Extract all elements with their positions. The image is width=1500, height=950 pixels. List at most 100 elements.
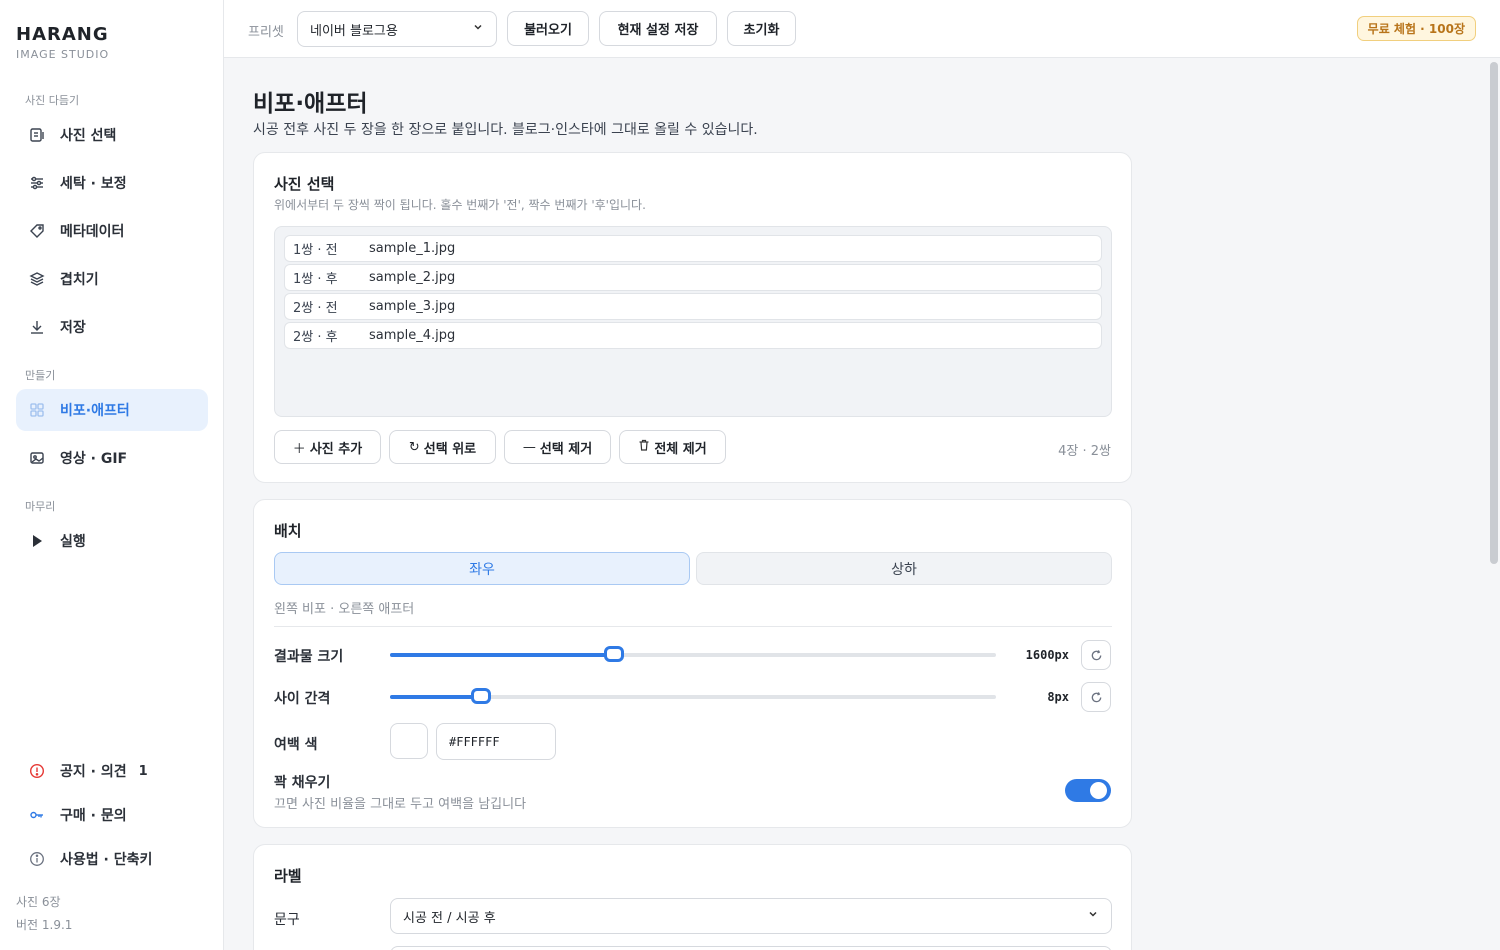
sidebar-item-notice[interactable]: 공지 · 의견 1 (16, 750, 208, 792)
layers-icon (28, 270, 46, 288)
image-icon (28, 449, 46, 467)
margin-color-input[interactable] (436, 723, 556, 760)
version-status: 버전 1.9.1 (16, 918, 73, 932)
sidebar-item-label: 저장 (60, 320, 86, 336)
output-size-slider[interactable] (390, 646, 996, 662)
refresh-icon (1091, 691, 1101, 702)
sidebar-item-label: 구매 · 문의 (60, 808, 127, 824)
rotate-icon: ↻ (408, 439, 420, 455)
section-label-edit: 사진 다듬기 (25, 94, 80, 107)
gap-slider[interactable] (390, 688, 996, 704)
label-text-label: 문구 (274, 912, 300, 928)
slider-fill (390, 653, 615, 657)
sidebar-item-before-after[interactable]: 비포·애프터 (16, 389, 208, 431)
list-item[interactable]: 2쌍 · 전 sample_3.jpg (284, 293, 1102, 320)
load-preset-button[interactable]: 불러오기 (507, 11, 589, 46)
file-name: sample_3.jpg (369, 299, 456, 314)
chevron-down-icon (472, 21, 484, 37)
sidebar-item-overlay[interactable]: 겹치기 (16, 258, 208, 300)
play-icon (28, 532, 46, 550)
slider-fill (390, 695, 481, 699)
sidebar-item-label: 메타데이터 (60, 224, 125, 240)
notice-count-badge: 1 (138, 763, 148, 779)
file-name: sample_1.jpg (369, 241, 456, 256)
sidebar-item-save[interactable]: 저장 (16, 306, 208, 348)
refresh-icon (1091, 649, 1101, 660)
margin-color-swatch[interactable] (390, 723, 428, 759)
sidebar-item-help[interactable]: 사용법 · 단축키 (16, 838, 208, 880)
section-label-make: 만들기 (25, 369, 56, 382)
add-photo-button[interactable]: ＋ 사진 추가 (274, 430, 381, 464)
slider-thumb[interactable] (604, 646, 625, 662)
output-size-label: 결과물 크기 (274, 649, 344, 665)
remove-selected-button[interactable]: — 선택 제거 (504, 430, 611, 464)
sidebar-item-wash[interactable]: 세탁 · 보정 (16, 162, 208, 204)
sidebar-item-label: 사진 선택 (60, 128, 117, 144)
main-scrollbar[interactable] (1490, 62, 1498, 564)
grid-icon (28, 401, 46, 419)
layout-vertical-tab[interactable]: 상하 (696, 552, 1112, 585)
move-up-button[interactable]: ↻ 선택 위로 (389, 430, 496, 464)
fill-description: 끄면 사진 비율을 그대로 두고 여백을 남깁니다 (274, 797, 527, 812)
toggle-knob (1090, 782, 1107, 799)
clear-all-button[interactable]: 전체 제거 (619, 430, 726, 464)
label-text-select[interactable]: 시공 전 / 시공 후 (390, 898, 1112, 934)
sidebar-item-purchase[interactable]: 구매 · 문의 (16, 794, 208, 836)
brand-title: HARANG (16, 24, 109, 45)
sidebar-item-label: 비포·애프터 (60, 403, 130, 419)
file-list[interactable]: 1쌍 · 전 sample_1.jpg 1쌍 · 후 sample_2.jpg … (274, 226, 1112, 417)
card-title: 라벨 (274, 867, 302, 885)
pair-tag: 1쌍 · 전 (293, 243, 338, 258)
trial-badge: 무료 체험 · 100장 (1356, 16, 1476, 41)
slider-thumb[interactable] (470, 688, 491, 704)
sidebar-item-label: 영상 · GIF (60, 451, 128, 467)
sidebar-item-label: 사용법 · 단축키 (60, 852, 153, 868)
clear-all-label: 전체 제거 (654, 441, 707, 457)
alert-icon (28, 762, 46, 780)
sidebar-item-metadata[interactable]: 메타데이터 (16, 210, 208, 252)
sidebar: HARANG IMAGE STUDIO 사진 다듬기 사진 선택 세탁 · 보정… (0, 0, 224, 950)
sidebar-item-video-gif[interactable]: 영상 · GIF (16, 437, 208, 479)
sliders-icon (28, 174, 46, 192)
layout-card: 배치 좌우 상하 왼쪽 비포 · 오른쪽 애프터 결과물 크기 1600px 사… (253, 499, 1132, 828)
file-name: sample_2.jpg (369, 270, 456, 285)
card-subtitle: 위에서부터 두 장씩 짝이 됩니다. 홀수 번째가 '전', 짝수 번째가 '후… (274, 198, 646, 212)
remove-selected-label: 선택 제거 (539, 441, 593, 457)
photo-select-icon (28, 126, 46, 144)
list-item[interactable]: 2쌍 · 후 sample_4.jpg (284, 322, 1102, 349)
divider (274, 626, 1112, 627)
sidebar-item-label: 실행 (60, 534, 86, 550)
card-title: 배치 (274, 522, 302, 540)
section-label-finish: 마무리 (25, 500, 56, 513)
sidebar-item-label: 겹치기 (60, 272, 99, 288)
save-preset-button[interactable]: 현재 설정 저장 (599, 11, 717, 46)
photo-pair-count: 4장 · 2쌍 (1058, 444, 1111, 459)
margin-color-label: 여백 색 (274, 737, 318, 753)
minus-icon: — (522, 439, 536, 455)
preset-select[interactable]: 네이버 블로그용 (297, 11, 497, 47)
list-item[interactable]: 1쌍 · 후 sample_2.jpg (284, 264, 1102, 291)
fill-toggle[interactable] (1065, 779, 1111, 802)
reset-preset-button[interactable]: 초기화 (727, 11, 796, 46)
label-style-select[interactable] (390, 946, 1112, 950)
reset-gap-button[interactable] (1081, 682, 1111, 712)
move-up-label: 선택 위로 (423, 441, 477, 457)
reset-size-button[interactable] (1081, 640, 1111, 670)
fill-label: 꽉 채우기 (274, 775, 331, 791)
sidebar-item-run[interactable]: 실행 (16, 520, 208, 562)
pair-tag: 2쌍 · 전 (293, 301, 338, 316)
layout-horizontal-tab[interactable]: 좌우 (274, 552, 690, 585)
file-name: sample_4.jpg (369, 328, 456, 343)
tag-icon (28, 222, 46, 240)
preset-label: 프리셋 (248, 25, 284, 40)
preset-value: 네이버 블로그용 (310, 23, 398, 39)
trash-icon (638, 439, 650, 455)
pair-tag: 2쌍 · 후 (293, 330, 338, 345)
sidebar-item-photo-select[interactable]: 사진 선택 (16, 114, 208, 156)
label-card: 라벨 문구 시공 전 / 시공 후 (253, 844, 1132, 950)
gap-label: 사이 간격 (274, 691, 331, 707)
info-icon (28, 850, 46, 868)
pair-tag: 1쌍 · 후 (293, 272, 338, 287)
list-item[interactable]: 1쌍 · 전 sample_1.jpg (284, 235, 1102, 262)
layout-hint: 왼쪽 비포 · 오른쪽 애프터 (274, 602, 415, 617)
